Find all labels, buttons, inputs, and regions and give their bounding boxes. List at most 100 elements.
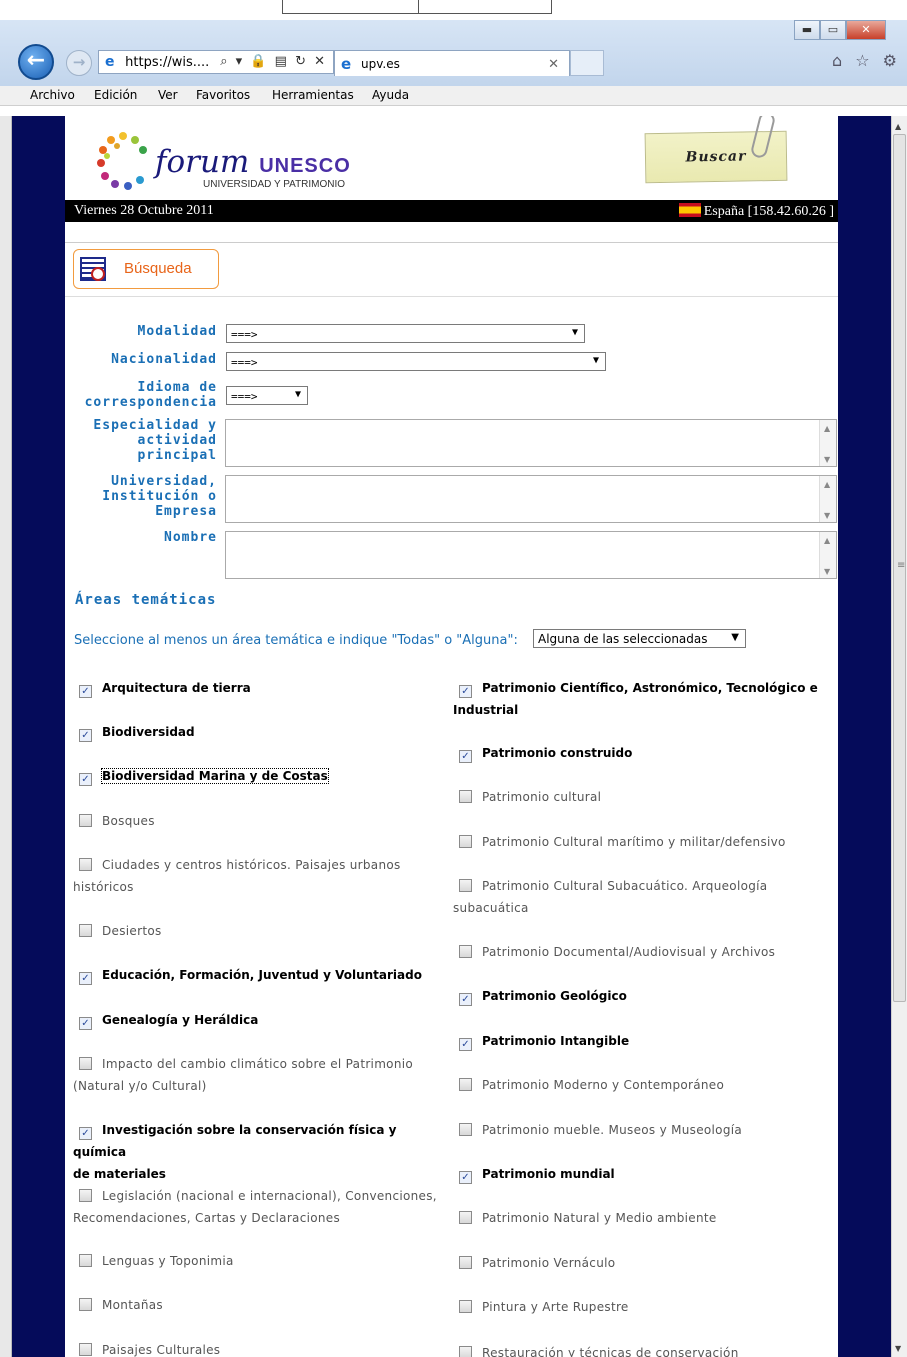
checkbox[interactable] bbox=[79, 858, 92, 871]
menu-edicion[interactable]: Edición bbox=[94, 88, 137, 102]
checkbox[interactable] bbox=[459, 835, 472, 848]
checkbox[interactable] bbox=[79, 924, 92, 937]
areas-title: Áreas temáticas bbox=[75, 592, 217, 608]
menu-ayuda[interactable]: Ayuda bbox=[372, 88, 409, 102]
checkbox-label: Arquitectura de tierra bbox=[102, 681, 251, 695]
areas-mode-select[interactable]: Alguna de las seleccionadas ▼ bbox=[533, 629, 746, 648]
scroll-thumb[interactable]: ≡ bbox=[893, 134, 906, 1002]
checkbox[interactable] bbox=[459, 790, 472, 803]
scroll-down-icon[interactable]: ▼ bbox=[895, 1344, 901, 1353]
tab-busqueda[interactable]: Búsqueda bbox=[73, 249, 219, 289]
area-checkbox-item[interactable]: ✓ Patrimonio Científico, Astronómico, Tec… bbox=[453, 677, 833, 721]
area-checkbox-item[interactable]: Patrimonio Cultural marítimo y militar/d… bbox=[453, 831, 833, 853]
checkbox[interactable] bbox=[459, 1256, 472, 1269]
checkbox[interactable]: ✓ bbox=[459, 1038, 472, 1051]
checkbox[interactable]: ✓ bbox=[79, 1017, 92, 1030]
area-checkbox-item[interactable]: Patrimonio Natural y Medio ambiente bbox=[453, 1207, 833, 1229]
menu-herramientas[interactable]: Herramientas bbox=[272, 88, 354, 102]
chevron-down-icon: ▼ bbox=[571, 327, 578, 338]
area-checkbox-item[interactable]: ✓ Patrimonio construido bbox=[453, 742, 833, 764]
area-checkbox-item[interactable]: Patrimonio mueble. Museos y Museología bbox=[453, 1119, 833, 1141]
vertical-scrollbar[interactable]: ▲ ≡ ▼ bbox=[891, 116, 907, 1357]
checkbox[interactable]: ✓ bbox=[79, 1127, 92, 1140]
area-checkbox-item[interactable]: Impacto del cambio climático sobre el Pa… bbox=[73, 1053, 453, 1097]
checkbox[interactable]: ✓ bbox=[459, 993, 472, 1006]
area-checkbox-item[interactable]: ✓ Educación, Formación, Juventud y Volunt… bbox=[73, 964, 453, 986]
checkbox[interactable] bbox=[459, 1078, 472, 1091]
area-checkbox-item[interactable]: Desiertos bbox=[73, 920, 453, 942]
checkbox[interactable] bbox=[79, 814, 92, 827]
checkbox[interactable] bbox=[459, 1300, 472, 1313]
area-checkbox-item[interactable]: ✓ Biodiversidad Marina y de Costas bbox=[73, 765, 453, 787]
area-checkbox-item[interactable]: Legislación (nacional e internacional), … bbox=[73, 1185, 453, 1229]
menu-bar: Archivo Edición Ver Favoritos Herramient… bbox=[0, 86, 907, 106]
scroll-up-icon[interactable]: ▲ bbox=[895, 122, 901, 131]
new-tab-button[interactable] bbox=[570, 50, 604, 76]
address-tools-icons[interactable]: ⌕ ▾ 🔒 ▤ ↻ ✕ bbox=[220, 54, 327, 69]
area-checkbox-item[interactable]: Patrimonio Vernáculo bbox=[453, 1252, 833, 1274]
area-checkbox-item[interactable]: ✓ Biodiversidad bbox=[73, 721, 453, 743]
checkbox[interactable] bbox=[79, 1189, 92, 1202]
checkbox[interactable]: ✓ bbox=[79, 972, 92, 985]
home-star-gear-icons[interactable]: ⌂ ☆ ⚙ bbox=[832, 51, 901, 70]
checkbox[interactable] bbox=[79, 1057, 92, 1070]
checkbox[interactable] bbox=[79, 1298, 92, 1311]
menu-archivo[interactable]: Archivo bbox=[30, 88, 75, 102]
area-checkbox-item[interactable]: ✓ Arquitectura de tierra bbox=[73, 677, 453, 699]
minimize-button[interactable]: ▬ bbox=[794, 20, 820, 40]
close-window-button[interactable]: ✕ bbox=[846, 20, 886, 40]
especialidad-textarea[interactable]: ▲ ▼ bbox=[225, 419, 837, 467]
address-bar[interactable]: e https://wis.... ⌕ ▾ 🔒 ▤ ↻ ✕ bbox=[98, 50, 334, 74]
checkbox[interactable] bbox=[459, 945, 472, 958]
forward-arrow-icon[interactable]: → bbox=[66, 50, 92, 76]
checkbox[interactable] bbox=[459, 879, 472, 892]
area-checkbox-item[interactable]: Ciudades y centros históricos. Paisajes … bbox=[73, 854, 453, 898]
checkbox[interactable] bbox=[79, 1343, 92, 1356]
checkbox-label-line1: Legislación (nacional e internacional), … bbox=[102, 1189, 437, 1203]
modalidad-select[interactable]: ===> ▼ bbox=[226, 324, 585, 343]
divider bbox=[65, 296, 838, 297]
area-checkbox-item[interactable]: Pintura y Arte Rupestre bbox=[453, 1296, 833, 1318]
browser-tab[interactable]: e upv.es ✕ bbox=[334, 50, 570, 76]
area-checkbox-item[interactable]: Montañas bbox=[73, 1294, 453, 1316]
area-checkbox-item[interactable]: ✓ Patrimonio Intangible bbox=[453, 1030, 833, 1052]
maximize-button[interactable]: ▭ bbox=[820, 20, 846, 40]
area-checkbox-item[interactable]: ✓ Patrimonio Geológico bbox=[453, 985, 833, 1007]
checkbox-label: Pintura y Arte Rupestre bbox=[482, 1300, 629, 1314]
nombre-label: Nombre bbox=[164, 530, 217, 545]
checkbox[interactable]: ✓ bbox=[459, 750, 472, 763]
checkbox[interactable]: ✓ bbox=[459, 1171, 472, 1184]
checkbox[interactable]: ✓ bbox=[459, 685, 472, 698]
window-controls: ▬ ▭ ✕ bbox=[794, 20, 886, 40]
area-checkbox-item[interactable]: Patrimonio Documental/Audiovisual y Arch… bbox=[453, 941, 833, 963]
area-checkbox-item[interactable]: ✓ Patrimonio mundial bbox=[453, 1163, 833, 1185]
area-checkbox-item[interactable]: Lenguas y Toponimia bbox=[73, 1250, 453, 1272]
back-arrow-icon[interactable]: ← bbox=[18, 44, 54, 80]
checkbox[interactable] bbox=[459, 1123, 472, 1136]
checkbox[interactable]: ✓ bbox=[79, 729, 92, 742]
nacionalidad-select[interactable]: ===> ▼ bbox=[226, 352, 606, 371]
area-checkbox-item[interactable]: ✓ Genealogía y Heráldica bbox=[73, 1009, 453, 1031]
area-checkbox-item[interactable]: Paisajes Culturales bbox=[73, 1339, 453, 1357]
brand-title: forum UNESCO bbox=[155, 144, 351, 180]
checkbox[interactable] bbox=[459, 1211, 472, 1224]
checkbox-label: Bosques bbox=[102, 814, 155, 828]
area-checkbox-item[interactable]: Restauración y técnicas de conservación bbox=[453, 1342, 833, 1357]
menu-favoritos[interactable]: Favoritos bbox=[196, 88, 250, 102]
checkbox[interactable] bbox=[79, 1254, 92, 1267]
area-checkbox-item[interactable]: ✓ Investigación sobre la conservación fís… bbox=[73, 1119, 453, 1185]
area-checkbox-item[interactable]: Bosques bbox=[73, 810, 453, 832]
universidad-textarea[interactable]: ▲ ▼ bbox=[225, 475, 837, 523]
idioma-select[interactable]: ===> ▼ bbox=[226, 386, 308, 405]
nombre-textarea[interactable]: ▲ ▼ bbox=[225, 531, 837, 579]
spain-flag-icon bbox=[678, 203, 701, 217]
checkbox[interactable] bbox=[459, 1346, 472, 1357]
close-tab-icon[interactable]: ✕ bbox=[548, 57, 559, 72]
menu-ver[interactable]: Ver bbox=[158, 88, 178, 102]
area-checkbox-item[interactable]: Patrimonio Moderno y Contemporáneo bbox=[453, 1074, 833, 1096]
checkbox[interactable]: ✓ bbox=[79, 685, 92, 698]
checkbox[interactable]: ✓ bbox=[79, 773, 92, 786]
area-checkbox-item[interactable]: Patrimonio Cultural Subacuático. Arqueol… bbox=[453, 875, 833, 919]
area-checkbox-item[interactable]: Patrimonio cultural bbox=[453, 786, 833, 808]
checkbox-label-line1: Patrimonio Cultural Subacuático. Arqueol… bbox=[482, 879, 768, 893]
